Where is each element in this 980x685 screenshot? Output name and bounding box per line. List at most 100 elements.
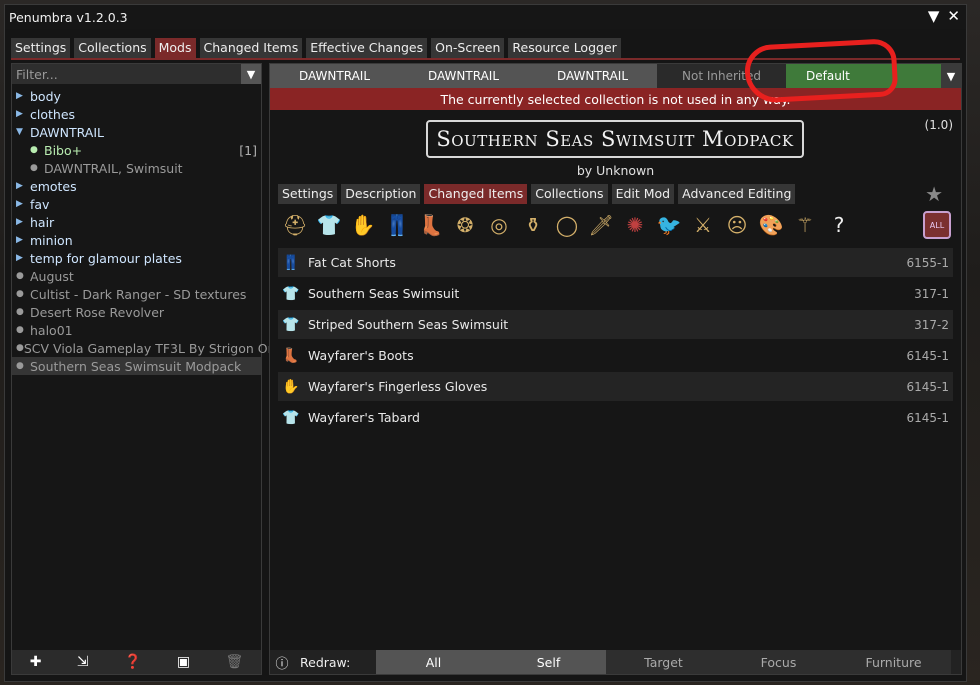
tree-mod-bibo[interactable]: ● Bibo+ [1] bbox=[12, 141, 261, 159]
tree-folder-temp[interactable]: ▶ temp for glamour plates bbox=[12, 249, 261, 267]
item-name: Fat Cat Shorts bbox=[308, 255, 396, 270]
feet-icon[interactable]: 👢 bbox=[414, 210, 448, 240]
filter-input[interactable]: Filter... ▼ bbox=[12, 64, 261, 84]
redraw-furniture-button[interactable]: Furniture bbox=[836, 650, 951, 674]
body-icon[interactable]: 👕 bbox=[312, 210, 346, 240]
feet-icon: 👢 bbox=[282, 347, 300, 364]
bullet-icon: ● bbox=[16, 307, 24, 317]
action-icon[interactable]: ⚚ bbox=[788, 210, 822, 240]
filter-dropdown-icon[interactable]: ▼ bbox=[241, 64, 261, 84]
tab-effective-changes[interactable]: Effective Changes bbox=[306, 38, 428, 58]
tab-on-screen[interactable]: On-Screen bbox=[431, 38, 505, 58]
tree-label: Southern Seas Swimsuit Modpack bbox=[30, 358, 242, 374]
add-folder-icon[interactable]: ▣ bbox=[177, 654, 190, 670]
earring-icon[interactable]: ⚱ bbox=[516, 210, 550, 240]
weapon-icon[interactable]: 🗡 bbox=[584, 210, 618, 240]
item-type-filter: ⛑ 👕 ✋ 👖 👢 ❂ ◎ ⚱ ◯ 🗡 ✺ 🐦 ⚔ ☹ 🎨 ⚚ ? bbox=[278, 210, 856, 240]
tree-label: fav bbox=[30, 196, 50, 212]
tree-label: Cultist - Dark Ranger - SD textures bbox=[30, 286, 247, 302]
tree-mod-halo01[interactable]: ● halo01 bbox=[12, 321, 261, 339]
tree-label: DAWNTRAIL bbox=[30, 124, 104, 140]
collection-button-1[interactable]: DAWNTRAIL bbox=[270, 64, 399, 88]
tree-folder-body[interactable]: ▶ body bbox=[12, 87, 261, 105]
changed-item-row[interactable]: 👕 Southern Seas Swimsuit 317-1 bbox=[278, 279, 953, 308]
head-icon[interactable]: ⛑ bbox=[278, 210, 312, 240]
hands-icon: ✋ bbox=[282, 378, 300, 395]
subtab-advanced-editing[interactable]: Advanced Editing bbox=[678, 184, 796, 204]
tree-folder-minion[interactable]: ▶ minion bbox=[12, 231, 261, 249]
all-filter-button[interactable]: ALL bbox=[923, 211, 951, 239]
changed-item-row[interactable]: 👢 Wayfarer's Boots 6145-1 bbox=[278, 341, 953, 370]
subtab-collections[interactable]: Collections bbox=[531, 184, 608, 204]
tree-folder-dawntrail[interactable]: ▼ DAWNTRAIL bbox=[12, 123, 261, 141]
redraw-focus-button[interactable]: Focus bbox=[721, 650, 836, 674]
redraw-all-button[interactable]: All bbox=[376, 650, 491, 674]
import-icon[interactable]: ⇲ bbox=[77, 654, 89, 670]
ring-icon[interactable]: ◯ bbox=[550, 210, 584, 240]
subtab-changed-items[interactable]: Changed Items bbox=[424, 184, 528, 204]
chevron-down-icon[interactable]: ▼ bbox=[941, 64, 961, 88]
collection-button-3[interactable]: DAWNTRAIL bbox=[528, 64, 657, 88]
mount-icon[interactable]: 🐦 bbox=[652, 210, 686, 240]
subtab-edit-mod[interactable]: Edit Mod bbox=[611, 184, 675, 204]
tree-mod-cultist[interactable]: ● Cultist - Dark Ranger - SD textures bbox=[12, 285, 261, 303]
tree-mod-desert-rose[interactable]: ● Desert Rose Revolver bbox=[12, 303, 261, 321]
add-icon[interactable]: ✚ bbox=[30, 654, 42, 670]
changed-item-row[interactable]: 👕 Wayfarer's Tabard 6145-1 bbox=[278, 403, 953, 432]
info-icon[interactable]: ⓘ bbox=[270, 653, 294, 672]
expand-arrow-icon: ▶ bbox=[16, 217, 23, 227]
redraw-target-button[interactable]: Target bbox=[606, 650, 721, 674]
tab-mods[interactable]: Mods bbox=[154, 38, 196, 58]
collection-button-2[interactable]: DAWNTRAIL bbox=[399, 64, 528, 88]
tab-settings[interactable]: Settings bbox=[11, 38, 71, 58]
trash-icon[interactable]: 🗑 bbox=[225, 654, 243, 670]
tree-label: temp for glamour plates bbox=[30, 250, 182, 266]
monster-icon[interactable]: ✺ bbox=[618, 210, 652, 240]
tree-mod-scv-viola[interactable]: ● SCV Viola Gameplay TF3L By Strigon One bbox=[12, 339, 283, 357]
changed-item-row[interactable]: ✋ Wayfarer's Fingerless Gloves 6145-1 bbox=[278, 372, 953, 401]
tab-changed-items[interactable]: Changed Items bbox=[199, 38, 303, 58]
mod-title: Southern Seas Swimsuit Modpack bbox=[426, 120, 804, 158]
hands-icon[interactable]: ✋ bbox=[346, 210, 380, 240]
favorite-star-icon[interactable]: ★ bbox=[925, 182, 943, 206]
subtab-description[interactable]: Description bbox=[341, 184, 421, 204]
body-icon: 👕 bbox=[282, 409, 300, 426]
tree-mod-southern-seas[interactable]: ● Southern Seas Swimsuit Modpack bbox=[12, 357, 261, 375]
window-title: Penumbra v1.2.0.3 bbox=[9, 9, 128, 25]
tree-folder-fav[interactable]: ▶ fav bbox=[12, 195, 261, 213]
collection-selector[interactable]: Default ▼ bbox=[786, 64, 961, 88]
legs-icon[interactable]: 👖 bbox=[380, 210, 414, 240]
tree-label: hair bbox=[30, 214, 55, 230]
redraw-self-button[interactable]: Self bbox=[491, 650, 606, 674]
unknown-icon[interactable]: ? bbox=[822, 210, 856, 240]
neck-icon[interactable]: ❂ bbox=[448, 210, 482, 240]
tree-label: emotes bbox=[30, 178, 77, 194]
title-bar[interactable]: Penumbra v1.2.0.3 ▼ ✕ bbox=[5, 5, 966, 29]
tree-folder-emotes[interactable]: ▶ emotes bbox=[12, 177, 261, 195]
emote-icon[interactable]: ☹ bbox=[720, 210, 754, 240]
collapse-icon[interactable]: ▼ bbox=[928, 7, 940, 25]
bracelet-icon[interactable]: ◎ bbox=[482, 210, 516, 240]
changed-item-row[interactable]: 👖 Fat Cat Shorts 6155-1 bbox=[278, 248, 953, 277]
item-name: Wayfarer's Fingerless Gloves bbox=[308, 379, 488, 394]
tree-folder-hair[interactable]: ▶ hair bbox=[12, 213, 261, 231]
body-icon: 👕 bbox=[282, 316, 300, 333]
tree-folder-clothes[interactable]: ▶ clothes bbox=[12, 105, 261, 123]
battle-icon[interactable]: ⚔ bbox=[686, 210, 720, 240]
bullet-icon: ● bbox=[16, 361, 24, 371]
main-tabs: Settings Collections Mods Changed Items … bbox=[11, 38, 621, 58]
changed-item-row[interactable]: 👕 Striped Southern Seas Swimsuit 317-2 bbox=[278, 310, 953, 339]
collapse-arrow-icon: ▼ bbox=[16, 127, 23, 137]
item-id: 317-2 bbox=[914, 317, 949, 332]
tree-mod-august[interactable]: ● August bbox=[12, 267, 261, 285]
subtab-settings[interactable]: Settings bbox=[278, 184, 338, 204]
customization-icon[interactable]: 🎨 bbox=[754, 210, 788, 240]
tab-collections[interactable]: Collections bbox=[74, 38, 151, 58]
tree-mod-dawntrail-swimsuit[interactable]: ● DAWNTRAIL, Swimsuit bbox=[12, 159, 261, 177]
not-inherited-label[interactable]: Not Inherited bbox=[657, 64, 786, 88]
close-icon[interactable]: ✕ bbox=[947, 7, 960, 25]
selected-collection: Default bbox=[806, 69, 850, 83]
help-icon[interactable]: ❓ bbox=[124, 654, 141, 670]
mod-author: by Unknown bbox=[270, 163, 961, 178]
tab-resource-logger[interactable]: Resource Logger bbox=[508, 38, 621, 58]
